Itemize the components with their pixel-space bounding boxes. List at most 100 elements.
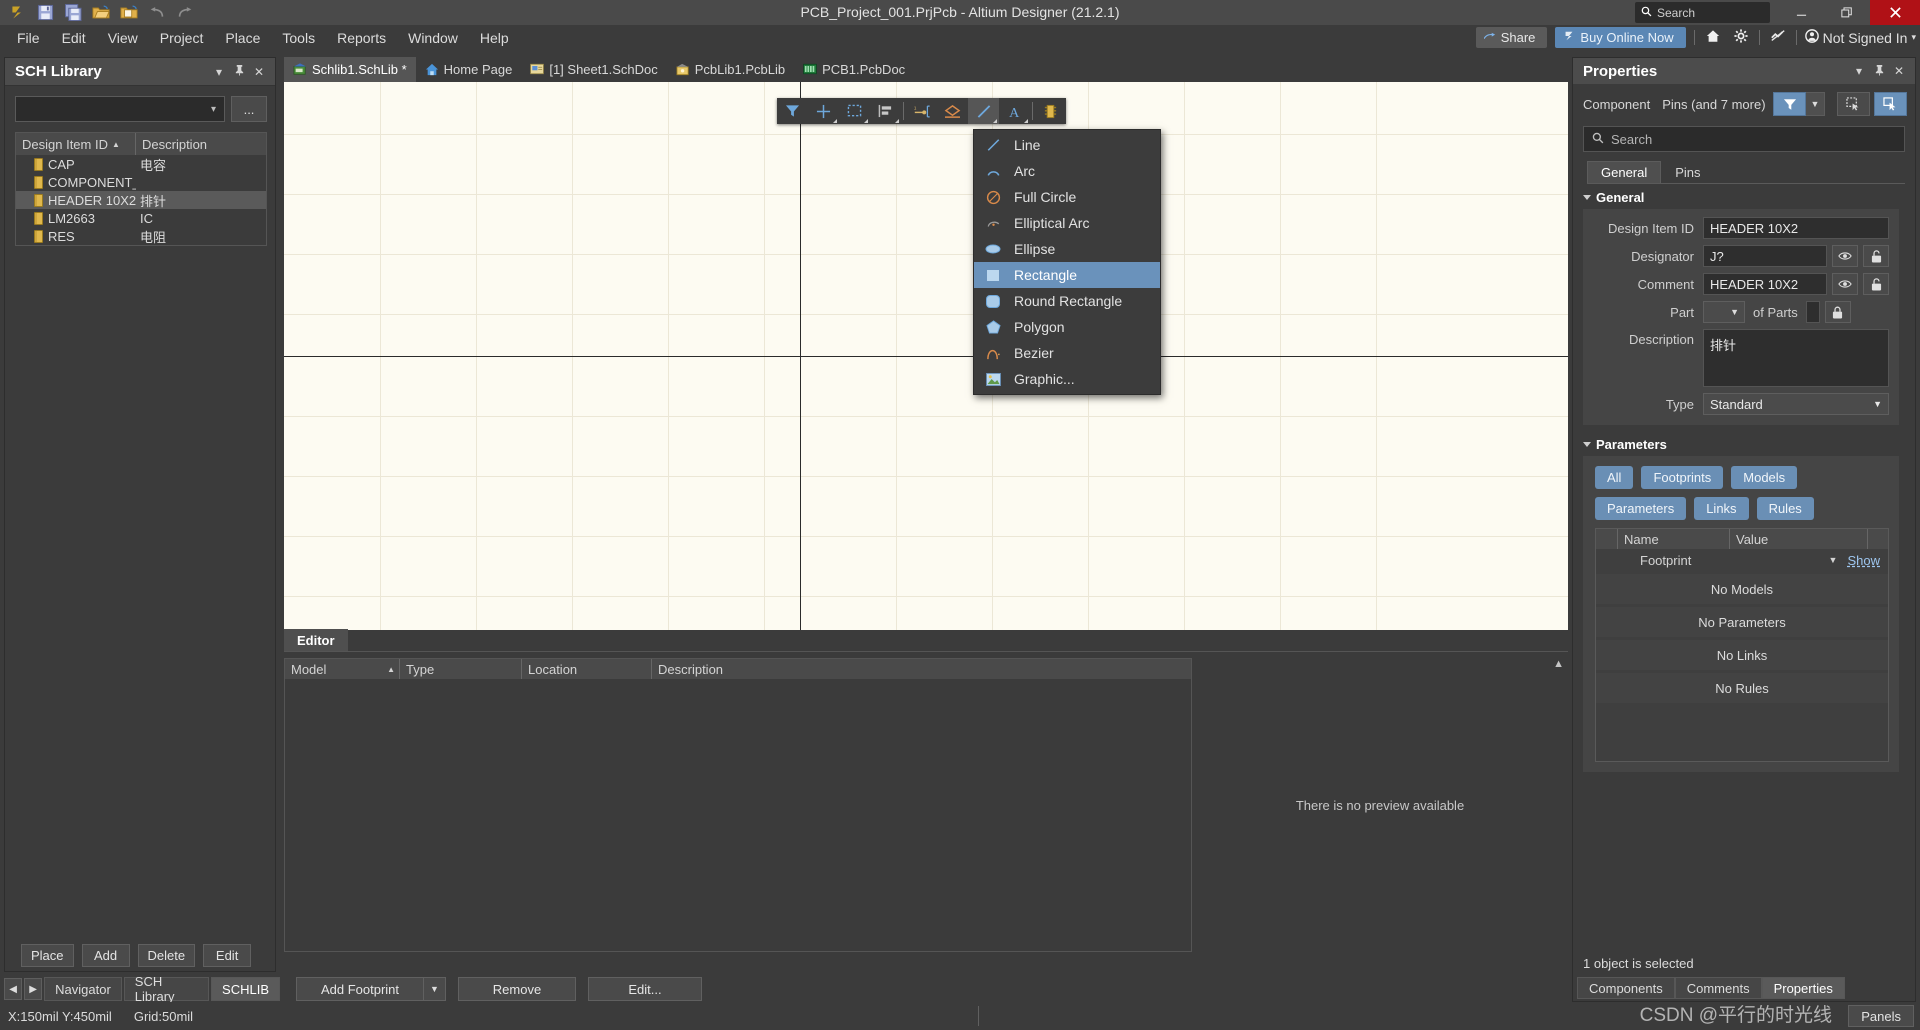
comment-input[interactable]: HEADER 10X2 [1703,273,1827,295]
no-connection-icon[interactable] [1768,29,1788,46]
add-button[interactable]: Add [81,944,130,967]
table-row[interactable]: COMPONENT_1 [16,173,266,191]
select-area-icon[interactable] [839,98,870,124]
tab-components[interactable]: Components [1577,977,1675,999]
general-section-title-row[interactable]: General [1573,184,1915,209]
collapse-preview-icon[interactable]: ▲ [1553,658,1564,670]
remove-footprint-button[interactable]: Remove [458,977,576,1001]
column-description[interactable]: Description [136,133,207,155]
chevron-down-icon[interactable]: ▾ [1849,64,1869,78]
library-browse-button[interactable]: ... [231,96,267,122]
filter-models-button[interactable]: Models [1731,466,1798,489]
save-icon[interactable] [32,2,58,24]
menu-file[interactable]: File [6,27,51,49]
add-footprint-caret-icon[interactable]: ▼ [424,977,446,1001]
menu-project[interactable]: Project [149,27,215,49]
maximize-button[interactable] [1824,0,1870,25]
comment-visibility-eye-icon[interactable] [1832,273,1858,295]
panels-button[interactable]: Panels [1848,1005,1914,1027]
filter-links-button[interactable]: Links [1694,497,1749,520]
tab-pcb1-pcbdoc[interactable]: PCB1.PcbDoc [794,57,914,82]
tab-schlib[interactable]: SCHLIB [211,977,280,1001]
menu-item-rectangle[interactable]: Rectangle [974,262,1160,288]
menu-reports[interactable]: Reports [326,27,397,49]
designator-unlock-icon[interactable] [1863,245,1889,267]
menu-item-graphic[interactable]: Graphic... [974,366,1160,392]
tab-general[interactable]: General [1587,161,1662,183]
menu-help[interactable]: Help [469,27,520,49]
align-icon[interactable] [870,98,901,124]
open-project-icon[interactable] [116,2,142,24]
menu-item-polygon[interactable]: Polygon [974,314,1160,340]
table-row[interactable]: LM2663 IC [16,209,266,227]
edit-footprint-button[interactable]: Edit... [588,977,702,1001]
footprint-value-caret-icon[interactable]: ▼ [1829,555,1838,565]
footprint-show-link[interactable]: Show [1847,553,1880,568]
select-all-objects-button[interactable] [1837,92,1870,116]
description-textarea[interactable]: 排针 [1703,329,1889,387]
column-description[interactable]: Description [652,659,1191,679]
filter-objects-button[interactable] [1773,92,1806,116]
share-button[interactable]: Share [1475,27,1548,48]
schematic-canvas[interactable] [284,82,1568,630]
design-item-id-input[interactable]: HEADER 10X2 [1703,217,1889,239]
designator-visibility-eye-icon[interactable] [1832,245,1858,267]
pick-object-button[interactable] [1874,92,1907,116]
table-row[interactable]: Footprint ▼ Show [1596,549,1888,571]
menu-item-line[interactable]: Line [974,132,1160,158]
menu-item-ellipse[interactable]: Ellipse [974,236,1160,262]
menu-item-full-circle[interactable]: Full Circle [974,184,1160,210]
delete-button[interactable]: Delete [137,944,196,967]
place-polygon-icon[interactable] [937,98,968,124]
library-select[interactable]: ▾ [15,96,225,122]
filter-footprints-button[interactable]: Footprints [1641,466,1724,489]
menu-edit[interactable]: Edit [51,27,97,49]
close-icon[interactable]: ✕ [1889,64,1909,78]
filter-all-button[interactable]: All [1595,466,1634,489]
add-footprint-button[interactable]: Add Footprint [296,977,424,1001]
tab-properties[interactable]: Properties [1761,977,1845,999]
place-component-icon[interactable] [1035,98,1066,124]
tab-pins[interactable]: Pins [1661,161,1714,183]
altium-logo-icon[interactable] [4,2,30,24]
column-name[interactable]: Name [1618,529,1730,549]
scroll-right-button[interactable]: ▶ [24,978,43,1000]
designator-input[interactable]: J? [1703,245,1827,267]
table-row[interactable]: CAP 电容 [16,155,266,173]
close-icon[interactable]: ✕ [249,65,269,79]
menu-window[interactable]: Window [397,27,469,49]
filter-dropdown-caret-icon[interactable]: ▼ [1806,92,1825,116]
table-row[interactable]: RES 电阻 [16,227,266,245]
tab-editor[interactable]: Editor [284,629,348,651]
minimize-button[interactable] [1778,0,1824,25]
menu-item-elliptical-arc[interactable]: Elliptical Arc [974,210,1160,236]
comment-unlock-icon[interactable] [1863,273,1889,295]
column-value[interactable]: Value [1730,529,1868,549]
menu-tools[interactable]: Tools [271,27,326,49]
filter-parameters-button[interactable]: Parameters [1595,497,1687,520]
place-text-icon[interactable]: A [999,98,1030,124]
pin-icon[interactable] [1869,64,1889,79]
table-row[interactable]: HEADER 10X2 排针 [16,191,266,209]
place-pin-icon[interactable]: 1 [906,98,937,124]
close-button[interactable] [1870,0,1920,25]
menu-place[interactable]: Place [214,27,271,49]
column-design-item-id[interactable]: Design Item ID ▲ [16,133,136,155]
menu-item-bezier[interactable]: Bezier [974,340,1160,366]
tab-sheet1-schdoc[interactable]: [1] Sheet1.SchDoc [521,57,666,82]
crosshair-place-icon[interactable] [808,98,839,124]
gear-icon[interactable] [1731,29,1751,46]
column-model[interactable]: Model ▲ [285,659,400,679]
type-select[interactable]: Standard ▼ [1703,393,1889,415]
not-signed-in-button[interactable]: Not Signed In ▾ [1804,29,1916,46]
filter-tool-icon[interactable] [777,98,808,124]
menu-item-arc[interactable]: Arc [974,158,1160,184]
chevron-down-icon[interactable]: ▾ [209,65,229,79]
tab-home-page[interactable]: Home Page [416,57,522,82]
parameters-section-title-row[interactable]: Parameters [1573,425,1915,456]
buy-online-button[interactable]: Buy Online Now [1555,27,1686,48]
pin-icon[interactable] [229,64,249,79]
open-icon[interactable] [88,2,114,24]
scroll-left-button[interactable]: ◀ [4,978,23,1000]
undo-icon[interactable] [144,2,170,24]
